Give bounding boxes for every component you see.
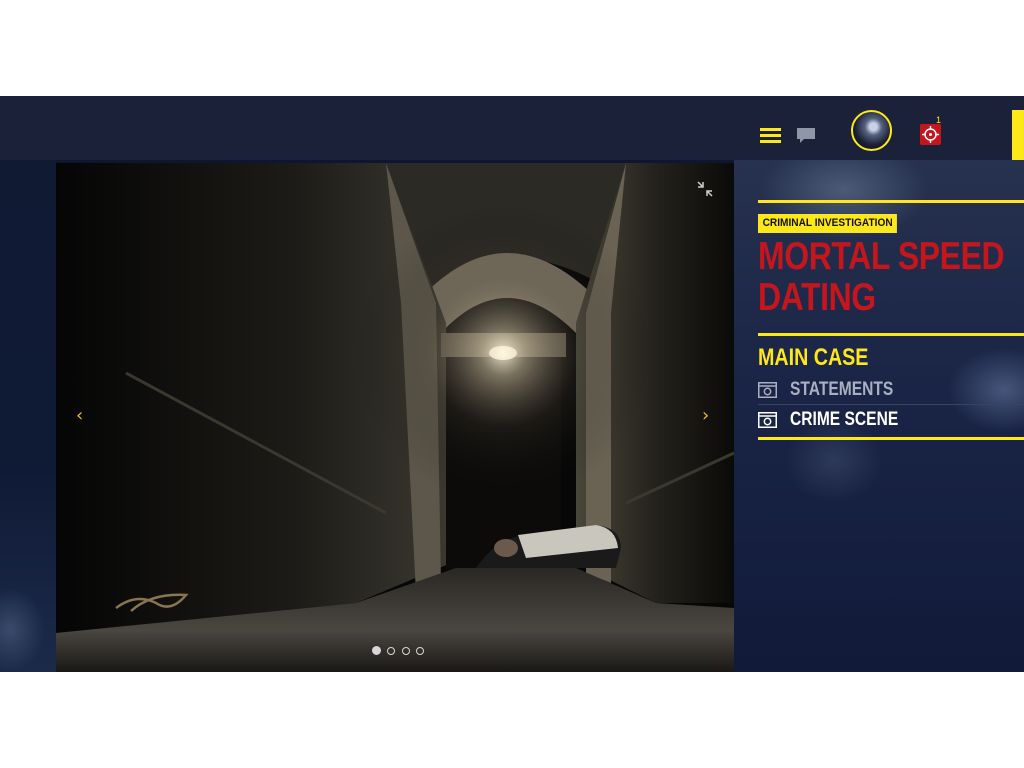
case-title-line-2: DATING xyxy=(758,276,876,319)
menu-icon[interactable] xyxy=(760,128,781,143)
notification-count: 1 xyxy=(936,115,942,125)
next-slide-chevron-icon[interactable]: › xyxy=(702,407,709,425)
app-window: 1 ‹ › CRIMINAL INVESTIGATION MORTAL SPEE… xyxy=(0,96,1024,672)
divider-middle xyxy=(758,333,1024,336)
camera-icon xyxy=(758,382,777,398)
section-title-main-case: MAIN CASE xyxy=(758,344,869,371)
case-title: MORTAL SPEED DATING xyxy=(758,236,1020,318)
case-item-label: STATEMENTS xyxy=(790,379,894,400)
case-item-crime-scene[interactable]: CRIME SCENE xyxy=(758,408,1024,432)
case-title-line-1: MORTAL SPEED xyxy=(758,235,1005,278)
avatar[interactable] xyxy=(851,110,892,151)
target-icon[interactable] xyxy=(920,124,941,145)
item-divider xyxy=(758,404,1024,405)
expand-icon[interactable] xyxy=(697,181,713,197)
background-left xyxy=(0,160,56,672)
slide-indicator xyxy=(372,642,426,655)
corridor-image xyxy=(56,163,734,672)
case-item-statements[interactable]: STATEMENTS xyxy=(758,378,1024,402)
chat-icon[interactable] xyxy=(796,127,816,145)
slide-dot-1[interactable] xyxy=(372,646,381,655)
top-bar: 1 xyxy=(0,96,1024,160)
divider-bottom xyxy=(758,437,1024,440)
crime-scene-photo[interactable]: ‹ › xyxy=(56,163,734,672)
case-item-label: CRIME SCENE xyxy=(790,409,899,430)
divider-top xyxy=(758,200,1024,203)
camera-icon xyxy=(758,412,777,428)
slide-dot-3[interactable] xyxy=(401,647,410,655)
case-category-badge: CRIMINAL INVESTIGATION xyxy=(758,214,898,233)
previous-slide-chevron-icon[interactable]: ‹ xyxy=(76,407,83,425)
